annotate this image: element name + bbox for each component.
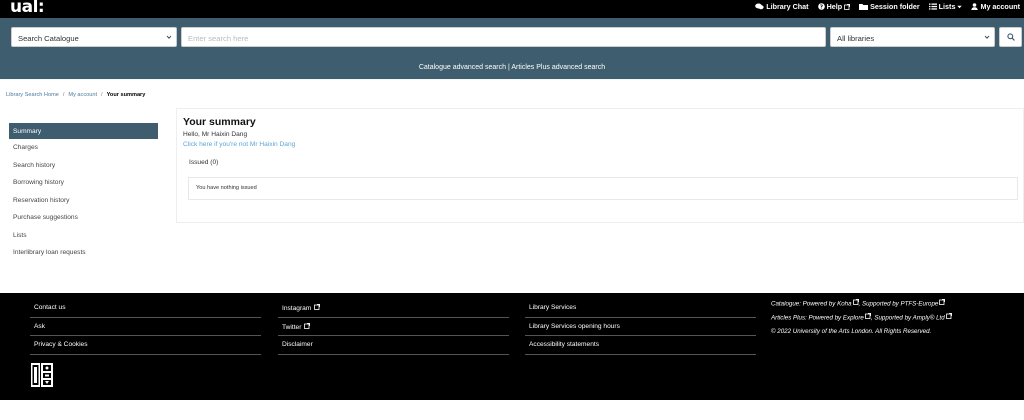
footer-disclaimer-link[interactable]: Disclaimer — [278, 336, 509, 355]
my-account-link[interactable]: My account — [971, 2, 1020, 11]
search-input[interactable]: Enter search here — [181, 27, 826, 47]
lists-label: Lists — [938, 2, 956, 11]
search-icon — [1006, 33, 1015, 41]
chat-icon — [755, 3, 764, 10]
articles-credit: Articles Plus: Powered by Explore , Suppo… — [771, 311, 952, 325]
chevron-down-icon — [984, 33, 990, 43]
sidebar-item-charges[interactable]: Charges — [9, 139, 158, 157]
library-chat-label: Library Chat — [766, 2, 809, 11]
account-sidebar: Summary Charges Search history Borrowing… — [9, 123, 158, 262]
ual-logo[interactable]: ual: — [10, 0, 45, 17]
help-label: Help — [826, 2, 843, 11]
articles-supported-text: , Supported by — [870, 314, 912, 322]
footer-instagram-link[interactable]: Instagram — [278, 299, 509, 318]
sidebar-item-reservation-history[interactable]: Reservation history — [9, 192, 158, 210]
external-link-icon — [939, 297, 946, 311]
advanced-search-links: Catalogue advanced search | Articles Plu… — [0, 64, 1024, 71]
articles-credit-prefix: Articles Plus: Powered by — [771, 314, 842, 322]
footer-twitter-link[interactable]: Twitter — [278, 318, 509, 336]
search-button[interactable] — [999, 27, 1022, 47]
catalogue-advanced-search-link[interactable]: Catalogue advanced search — [419, 64, 506, 71]
folder-icon — [859, 3, 869, 10]
external-link-icon — [314, 303, 321, 312]
sidebar-item-summary[interactable]: Summary — [9, 123, 158, 139]
footer-ask-link[interactable]: Ask — [30, 318, 261, 336]
chevron-down-icon — [166, 33, 172, 43]
library-select-value: All libraries — [837, 34, 875, 43]
session-folder-label: Session folder — [870, 2, 920, 11]
help-icon: ? — [817, 3, 825, 10]
list-icon — [928, 3, 937, 10]
search-scope-value: Search Catalogue — [18, 34, 79, 43]
search-placeholder: Enter search here — [188, 34, 249, 43]
footer-column-2: Instagram Twitter Disclaimer — [278, 299, 509, 355]
page-bottom-strip — [0, 400, 1024, 420]
footer-library-services-link[interactable]: Library Services — [525, 299, 756, 318]
help-link[interactable]: ? Help — [817, 2, 851, 11]
breadcrumb-separator: / — [101, 92, 103, 98]
footer-column-1: Contact us Ask Privacy & Cookies — [30, 299, 261, 355]
caret-down-icon — [957, 5, 963, 9]
sidebar-item-search-history[interactable]: Search history — [9, 157, 158, 175]
footer: Contact us Ask Privacy & Cookies Instagr… — [0, 293, 1024, 400]
footer-credits: Catalogue: Powered by Koha , Supported by… — [771, 297, 952, 339]
sidebar-item-borrowing-history[interactable]: Borrowing history — [9, 174, 158, 192]
top-bar: ual: Library Chat ? Help Session folder — [0, 0, 1024, 18]
library-chat-link[interactable]: Library Chat — [755, 2, 809, 11]
lists-link[interactable]: Lists — [928, 2, 963, 11]
footer-contact-us-link[interactable]: Contact us — [30, 299, 261, 318]
copyright-text: © 2022 University of the Arts London. Al… — [771, 328, 932, 336]
catalogue-supported-text: , Supported by — [858, 300, 899, 308]
ual-emblem-logo — [31, 363, 53, 387]
footer-column-3: Library Services Library Services openin… — [525, 299, 756, 355]
search-bar: Search Catalogue Enter search here All l… — [0, 18, 1024, 79]
external-link-icon — [945, 311, 952, 325]
tab-issued[interactable]: Issued (0) — [189, 159, 218, 166]
svg-text:?: ? — [819, 4, 822, 10]
koha-link[interactable]: Koha — [837, 300, 851, 307]
sidebar-item-lists[interactable]: Lists — [9, 227, 158, 245]
external-link-icon — [304, 322, 311, 331]
main-content: Library Search Home / My account / Your … — [0, 80, 1024, 293]
sidebar-item-purchase-suggestions[interactable]: Purchase suggestions — [9, 209, 158, 227]
ptfs-europe-link[interactable]: PTFS-Europe — [901, 300, 939, 307]
summary-panel: Your summary Hello, Mr Haixin Dang Click… — [176, 108, 1024, 223]
breadcrumb-current: Your summary — [106, 92, 146, 98]
not-you-link[interactable]: Click here if you're not Mr Haixin Dang — [183, 141, 295, 148]
advanced-separator: | — [507, 64, 510, 71]
top-links: Library Chat ? Help Session folder Lists — [755, 2, 1020, 11]
catalogue-credit: Catalogue: Powered by Koha , Supported by… — [771, 297, 952, 311]
page-title: Your summary — [183, 116, 256, 128]
breadcrumb-home[interactable]: Library Search Home — [6, 92, 59, 98]
search-scope-select[interactable]: Search Catalogue — [11, 27, 177, 47]
session-folder-link[interactable]: Session folder — [859, 2, 920, 11]
amply-link[interactable]: Amply® Ltd — [913, 314, 945, 321]
breadcrumb-separator: / — [62, 92, 65, 98]
library-select[interactable]: All libraries — [830, 27, 995, 47]
catalogue-credit-prefix: Catalogue: Powered by — [771, 300, 836, 308]
footer-instagram-label: Instagram — [282, 304, 312, 312]
footer-twitter-label: Twitter — [282, 323, 302, 331]
footer-accessibility-link[interactable]: Accessibility statements — [525, 336, 756, 355]
issued-empty-message: You have nothing issued — [188, 177, 1018, 200]
greeting-text: Hello, Mr Haixin Dang — [183, 131, 248, 138]
external-link-icon — [844, 3, 851, 10]
explore-link[interactable]: Explore — [843, 314, 864, 321]
user-icon — [971, 3, 979, 10]
my-account-label: My account — [980, 2, 1020, 11]
footer-privacy-cookies-link[interactable]: Privacy & Cookies — [30, 336, 261, 355]
articles-plus-advanced-search-link[interactable]: Articles Plus advanced search — [511, 64, 605, 71]
footer-opening-hours-link[interactable]: Library Services opening hours — [525, 318, 756, 336]
sidebar-item-interlibrary-loan-requests[interactable]: Interlibrary loan requests — [9, 244, 158, 262]
breadcrumb: Library Search Home / My account / Your … — [6, 92, 145, 98]
breadcrumb-my-account[interactable]: My account — [68, 92, 97, 98]
